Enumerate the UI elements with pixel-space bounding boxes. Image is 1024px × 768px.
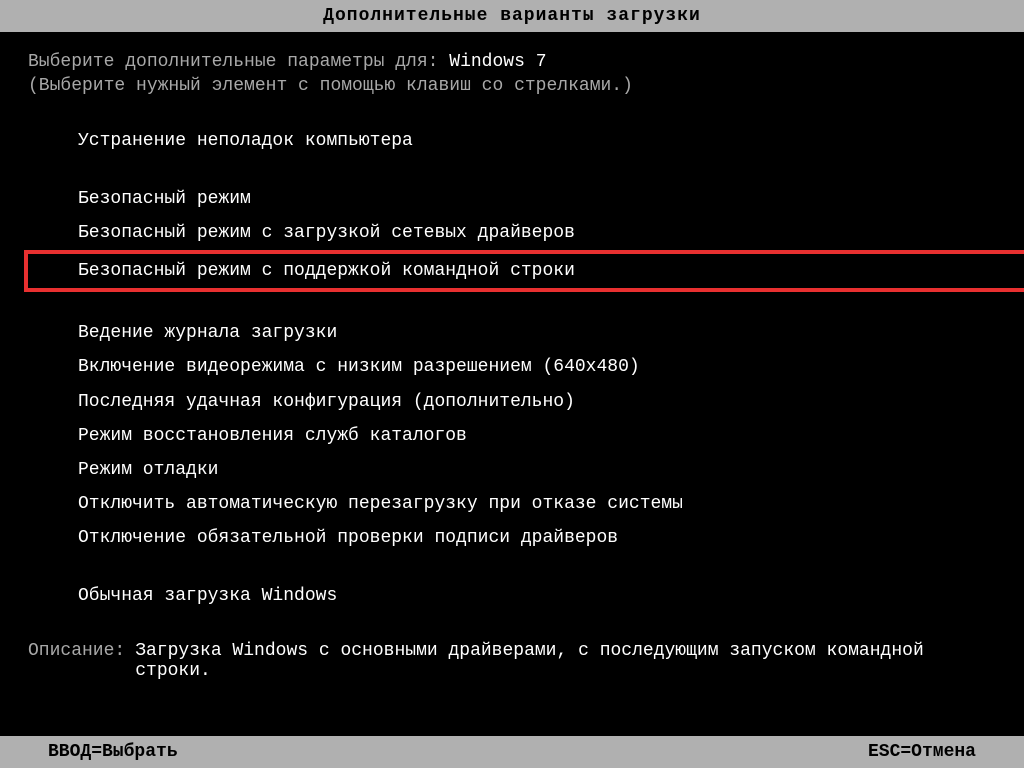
- menu-item-safe-mode-command-prompt[interactable]: Безопасный режим с поддержкой командной …: [24, 250, 1024, 292]
- description-section: Описание: Загрузка Windows с основными д…: [28, 641, 996, 681]
- menu-item-start-normally[interactable]: Обычная загрузка Windows: [78, 579, 996, 613]
- instruction-text: (Выберите нужный элемент с помощью клави…: [28, 76, 996, 96]
- menu-item-disable-auto-restart[interactable]: Отключить автоматическую перезагрузку пр…: [78, 487, 996, 521]
- menu-item-safe-mode-networking[interactable]: Безопасный режим с загрузкой сетевых дра…: [78, 216, 996, 250]
- screen-title: Дополнительные варианты загрузки: [323, 6, 701, 26]
- menu-item-disable-driver-signature[interactable]: Отключение обязательной проверки подписи…: [78, 521, 996, 555]
- menu-item-repair[interactable]: Устранение неполадок компьютера: [78, 124, 996, 158]
- menu-item-low-res-video[interactable]: Включение видеорежима с низким разрешени…: [78, 350, 996, 384]
- footer-cancel-hint: ESC=Отмена: [868, 742, 976, 762]
- menu-item-boot-logging[interactable]: Ведение журнала загрузки: [78, 316, 996, 350]
- os-name: Windows 7: [449, 52, 546, 72]
- menu-spacer: [78, 158, 996, 182]
- menu-item-debug-mode[interactable]: Режим отладки: [78, 453, 996, 487]
- menu-item-directory-services-restore[interactable]: Режим восстановления служб каталогов: [78, 419, 996, 453]
- title-bar: Дополнительные варианты загрузки: [0, 0, 1024, 32]
- content-area: Выберите дополнительные параметры для: W…: [0, 32, 1024, 681]
- footer-bar: ВВОД=Выбрать ESC=Отмена: [0, 736, 1024, 768]
- prompt-line: Выберите дополнительные параметры для: W…: [28, 52, 996, 72]
- prompt-label: Выберите дополнительные параметры для:: [28, 52, 449, 72]
- boot-menu: Устранение неполадок компьютера Безопасн…: [28, 124, 996, 613]
- description-label: Описание:: [28, 641, 125, 661]
- menu-item-safe-mode[interactable]: Безопасный режим: [78, 182, 996, 216]
- menu-spacer: [78, 292, 996, 316]
- menu-spacer: [78, 555, 996, 579]
- description-text: Загрузка Windows с основными драйверами,…: [135, 641, 996, 681]
- footer-select-hint: ВВОД=Выбрать: [48, 742, 178, 762]
- menu-item-last-known-good[interactable]: Последняя удачная конфигурация (дополнит…: [78, 385, 996, 419]
